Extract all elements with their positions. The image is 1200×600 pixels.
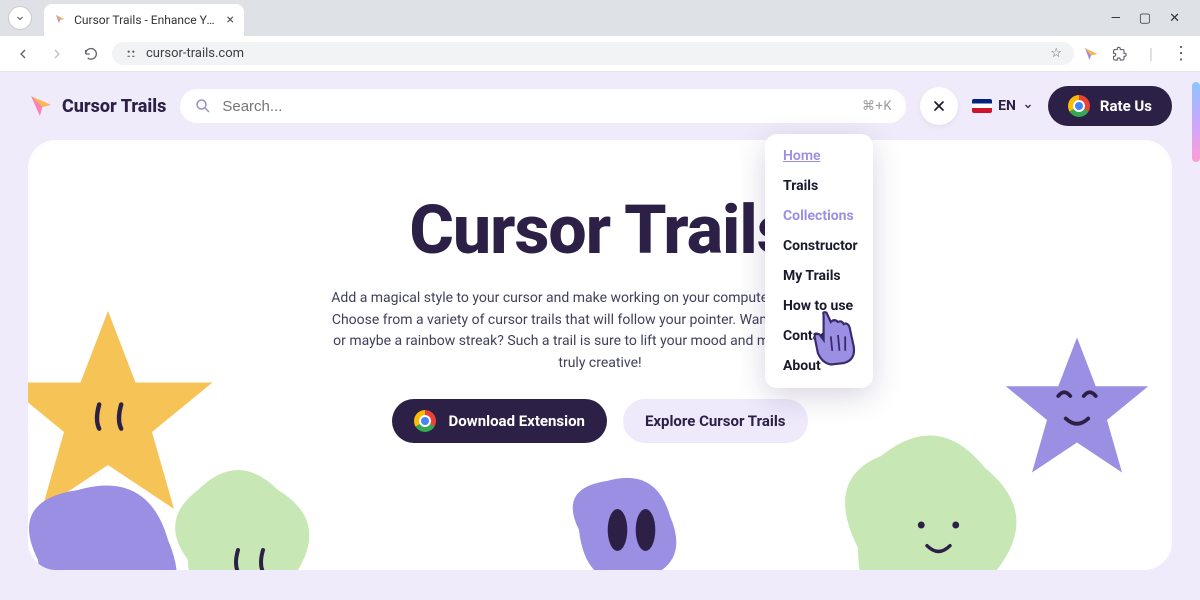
back-button[interactable] xyxy=(10,41,36,67)
rate-us-label: Rate Us xyxy=(1100,97,1152,115)
tab-close-icon[interactable]: × xyxy=(227,12,234,28)
hero-title: Cursor Trails xyxy=(88,190,1112,270)
download-label: Download Extension xyxy=(448,412,584,430)
tab-title: Cursor Trails - Enhance Your Ch xyxy=(74,13,218,27)
hero-section: Cursor Trails Add a magical style to you… xyxy=(28,140,1172,570)
extensions-puzzle-icon[interactable] xyxy=(1112,45,1130,63)
search-input[interactable] xyxy=(222,98,852,115)
site-header: Cursor Trails ⌘+K EN Rate Us xyxy=(0,72,1200,140)
brand-logo[interactable]: Cursor Trails xyxy=(28,93,166,119)
brand-name: Cursor Trails xyxy=(62,96,166,117)
blob-purple-center xyxy=(558,460,698,570)
browser-menu-icon[interactable]: ⋮ xyxy=(1172,45,1190,63)
reload-button[interactable] xyxy=(78,41,104,67)
uk-flag-icon xyxy=(972,99,992,113)
bookmark-star-icon[interactable]: ☆ xyxy=(1050,46,1062,61)
language-selector[interactable]: EN xyxy=(972,98,1034,114)
nav-item-home[interactable]: Home xyxy=(783,148,855,164)
tab-strip: Cursor Trails - Enhance Your Ch × — ▢ ✕ xyxy=(0,0,1200,36)
chevron-down-icon xyxy=(1022,100,1034,112)
chrome-icon xyxy=(414,410,436,432)
cursor-pointer-illustration xyxy=(802,304,874,380)
favicon-icon xyxy=(54,13,66,27)
nav-item-my-trails[interactable]: My Trails xyxy=(783,268,855,284)
download-extension-button[interactable]: Download Extension xyxy=(392,399,606,443)
url-text: cursor-trails.com xyxy=(146,46,244,61)
accent-bar xyxy=(1192,82,1200,162)
blob-purple-left xyxy=(28,460,208,570)
nav-item-collections[interactable]: Collections xyxy=(783,208,855,224)
search-shortcut: ⌘+K xyxy=(862,99,892,114)
search-icon xyxy=(194,97,212,115)
star-decoration-purple xyxy=(1002,330,1152,480)
close-icon xyxy=(931,98,947,114)
maximize-icon[interactable]: ▢ xyxy=(1139,11,1151,26)
menu-toggle-button[interactable] xyxy=(920,87,958,125)
browser-chrome: Cursor Trails - Enhance Your Ch × — ▢ ✕ … xyxy=(0,0,1200,72)
cursor-logo-icon xyxy=(28,93,54,119)
language-label: EN xyxy=(998,98,1016,114)
page-root: Cursor Trails ⌘+K EN Rate Us Home Trails… xyxy=(0,72,1200,600)
nav-item-constructor[interactable]: Constructor xyxy=(783,238,855,254)
site-settings-icon xyxy=(124,47,138,61)
explore-label: Explore Cursor Trails xyxy=(645,412,786,430)
forward-button[interactable] xyxy=(44,41,70,67)
browser-tab[interactable]: Cursor Trails - Enhance Your Ch × xyxy=(44,4,244,36)
rate-us-button[interactable]: Rate Us xyxy=(1048,86,1172,126)
browser-toolbar: cursor-trails.com ☆ | ⋮ xyxy=(0,36,1200,72)
chrome-icon xyxy=(1068,95,1090,117)
tab-list-dropdown[interactable] xyxy=(8,6,32,30)
search-bar[interactable]: ⌘+K xyxy=(180,89,906,123)
toolbar-divider: | xyxy=(1142,45,1160,63)
close-window-icon[interactable]: ✕ xyxy=(1169,11,1180,26)
nav-item-trails[interactable]: Trails xyxy=(783,178,855,194)
extension-icon-cursor-trails[interactable] xyxy=(1082,45,1100,63)
explore-trails-button[interactable]: Explore Cursor Trails xyxy=(623,399,808,443)
window-controls: — ▢ ✕ xyxy=(1111,11,1192,26)
address-bar[interactable]: cursor-trails.com ☆ xyxy=(112,42,1074,65)
minimize-icon[interactable]: — xyxy=(1111,11,1121,26)
